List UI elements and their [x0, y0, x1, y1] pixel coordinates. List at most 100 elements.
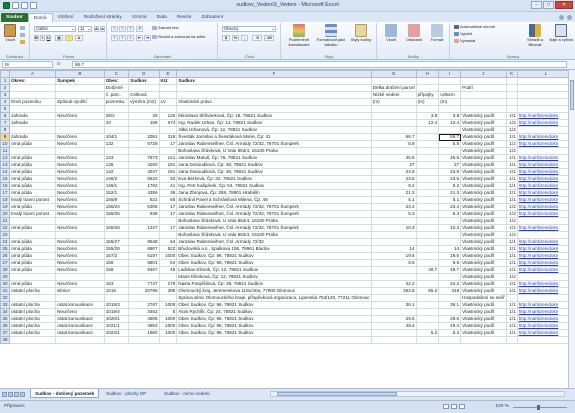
cell-b19[interactable]: Neurčeno	[55, 203, 105, 211]
cell-c36[interactable]: 1021/1	[103, 322, 130, 330]
cell-g4[interactable]: (m)	[370, 98, 417, 106]
format-as-table-button[interactable]: Formátovat jako tabulku	[316, 24, 346, 47]
cell-k29[interactable]: 1/2	[505, 273, 518, 281]
format-painter-icon[interactable]	[20, 39, 26, 44]
cell-i25[interactable]: 14	[438, 245, 462, 253]
cell-k3[interactable]	[505, 91, 518, 99]
cell-k12[interactable]: 1/1	[505, 154, 518, 162]
cell-h11[interactable]	[415, 147, 440, 155]
cell-e19[interactable]: 17	[158, 203, 178, 211]
cell-b2[interactable]	[55, 84, 105, 92]
cell-k19[interactable]: 1/2	[505, 203, 518, 211]
cell-i37[interactable]: 5.2	[438, 329, 462, 337]
cell-j9[interactable]: Vlastnický podíl	[460, 133, 507, 141]
cell-e7[interactable]: 674	[158, 119, 178, 127]
cell-a7[interactable]: zahrada	[9, 119, 57, 127]
row-header[interactable]: 2	[0, 84, 11, 92]
cell-f12[interactable]: Jaroslav Matuš, Čp: 76, 78821 Sudkov	[176, 154, 372, 162]
cell-c30[interactable]: 163	[103, 280, 130, 288]
cell-g28[interactable]	[370, 266, 417, 274]
cell-h10[interactable]	[415, 140, 440, 148]
tab-view[interactable]: Zobrazení	[196, 13, 228, 22]
row-header[interactable]: 24	[0, 238, 11, 246]
zoom-slider[interactable]	[513, 405, 567, 410]
underline-button[interactable]: U	[46, 35, 51, 41]
cell-a21[interactable]	[9, 217, 57, 225]
align-middle-icon[interactable]: ≡	[119, 26, 126, 32]
cell-j25[interactable]: Vlastnický podíl	[460, 245, 507, 253]
align-center-icon[interactable]: ≡	[119, 35, 126, 41]
cell-b7[interactable]	[55, 119, 105, 127]
name-box[interactable]: I9	[2, 61, 53, 68]
cell-f16[interactable]: Ing. Petr Kašpárek, Čp: 54, 78821 Sudkov	[176, 182, 372, 190]
cell-c37[interactable]: 1023/1	[103, 329, 130, 337]
cell-f6[interactable]: Miroslava Skřivánková, Čp: 18, 78821 Sud…	[176, 112, 372, 120]
cell-b20[interactable]: Neurčeno	[55, 210, 105, 218]
cell-g10[interactable]: 5.8	[370, 140, 417, 148]
cell-g14[interactable]: 24.9	[370, 168, 417, 176]
normal-view-icon[interactable]	[443, 404, 449, 409]
cell-f15[interactable]: Eva Berková, Čp: 32, 78821 Sudkov	[176, 175, 372, 183]
cell-c38[interactable]	[103, 336, 130, 344]
cell-d6[interactable]: 29	[128, 112, 160, 120]
cell-g35[interactable]: 29.5	[370, 315, 417, 323]
cell-g32[interactable]	[370, 294, 417, 302]
cell-h34[interactable]	[415, 308, 440, 316]
cell-i20[interactable]: 5.3	[438, 210, 462, 218]
cell-f1[interactable]: Sudkov	[176, 77, 372, 85]
cell-g36[interactable]: 49.4	[370, 322, 417, 330]
cell-a12[interactable]: orná půda	[9, 154, 57, 162]
cell-d22[interactable]: 1227	[128, 224, 160, 232]
cell-f21[interactable]: Bohuslava Šťávková, U Valu 863/4, 16100 …	[176, 217, 372, 225]
cell-b14[interactable]: Neurčeno	[55, 168, 105, 176]
cell-e37[interactable]: 1000	[158, 329, 178, 337]
cell-b36[interactable]: ostat.komunikace	[55, 322, 105, 330]
cell-b23[interactable]	[55, 231, 105, 239]
cell-b30[interactable]: Neurčeno	[55, 280, 105, 288]
row-header[interactable]: 20	[0, 210, 11, 218]
cell-f27[interactable]: Obec Sudkov, Čp: 96, 78821 Sudkov	[176, 259, 372, 267]
decrease-indent-icon[interactable]: ⇤	[136, 35, 143, 41]
cell-c14[interactable]: 142	[103, 168, 130, 176]
cell-d26[interactable]: 6197	[128, 252, 160, 260]
row-header[interactable]: 34	[0, 308, 11, 316]
column-header-i[interactable]: I	[438, 70, 462, 78]
cell-c31[interactable]: 1015	[103, 287, 130, 295]
row-header[interactable]: 7	[0, 119, 11, 127]
cell-f11[interactable]: Bohuslava Šťávková, U Valu 863/4, 16100 …	[176, 147, 372, 155]
cell-h6[interactable]: 3.8	[415, 112, 440, 120]
copy-icon[interactable]	[20, 32, 26, 37]
cell-e33[interactable]: 1000	[158, 301, 178, 309]
cell-l37[interactable]: http://nahlizenidokn	[516, 329, 575, 337]
cell-f8[interactable]: Jitka Urbanová, Čp: 12, 78821 Sudkov	[176, 126, 372, 134]
cell-b29[interactable]	[55, 273, 105, 281]
cell-i1[interactable]	[438, 77, 462, 85]
close-button[interactable]: ✕	[555, 1, 573, 9]
worksheet-grid[interactable]: A B C D E F G H I J K L 1 Okres: Šumpek Obec: Sudkov KÚ: S…	[0, 70, 575, 388]
cell-f31[interactable]: Olomoucký kraj, Jeremenkova 1191/40a, 77…	[176, 287, 372, 295]
cell-f30[interactable]: Nasta Pospíšilová, Čp: 36, 78821 Sudkov	[176, 280, 372, 288]
decrease-decimal-icon[interactable]: .00	[264, 35, 274, 41]
cell-d4[interactable]: výměra (m2)	[128, 98, 160, 106]
cell-d10[interactable]: 6726	[128, 140, 160, 148]
cell-k16[interactable]: 1/1	[505, 182, 518, 190]
row-header[interactable]: 13	[0, 161, 11, 169]
fx-icon[interactable]: fx	[57, 61, 61, 66]
cell-a3[interactable]	[9, 91, 57, 99]
cell-i2[interactable]	[438, 84, 462, 92]
cell-l32[interactable]	[516, 294, 575, 302]
cell-l13[interactable]: http://nahlizenidokn	[516, 161, 575, 169]
cell-d30[interactable]: 7747	[128, 280, 160, 288]
cell-i18[interactable]: 5.1	[438, 196, 462, 204]
row-header[interactable]: 14	[0, 168, 11, 176]
cell-g22[interactable]: 10.3	[370, 224, 417, 232]
cell-h12[interactable]	[415, 154, 440, 162]
cell-h4[interactable]: (m)	[415, 98, 440, 106]
cell-e18[interactable]: 65	[158, 196, 178, 204]
align-bottom-icon[interactable]: ≡	[127, 26, 134, 32]
cell-a24[interactable]: orná půda	[9, 238, 57, 246]
cell-f20[interactable]: Jaroslav Rabenseifner, Čsl. Armády 72/32…	[176, 210, 372, 218]
cell-e25[interactable]: 522	[158, 245, 178, 253]
percent-icon[interactable]: %	[232, 35, 239, 41]
font-size-select[interactable]: 11	[78, 26, 92, 32]
